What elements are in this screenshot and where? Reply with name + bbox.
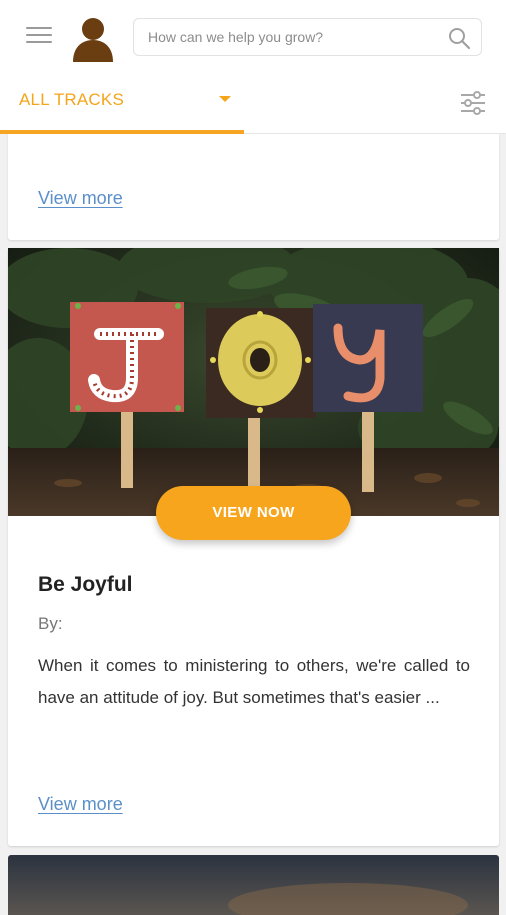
view-now-button[interactable]: VIEW NOW [156,486,351,540]
view-more-link[interactable]: View more [38,794,123,815]
search-bar[interactable] [133,18,482,56]
app-header [0,0,506,78]
previous-track-card: View more [8,134,499,240]
track-title: Be Joyful [38,573,133,596]
joy-sign-image [8,248,499,516]
track-image[interactable] [8,248,499,516]
search-icon[interactable] [447,26,471,50]
track-author: By: [38,614,63,633]
tab-all-tracks[interactable]: ALL TRACKS [0,78,244,134]
track-tab-bar: ALL TRACKS [0,78,506,134]
track-card: VIEW NOW Be Joyful By: When it comes to … [8,248,499,846]
next-track-card[interactable] [8,855,499,915]
user-avatar-icon[interactable] [72,16,114,62]
filter-sliders-icon[interactable] [460,90,486,116]
dropdown-caret-icon [219,96,231,102]
search-input[interactable] [148,19,438,55]
track-description: When it comes to ministering to others, … [38,656,470,707]
hamburger-menu-icon[interactable] [26,27,52,47]
tab-all-tracks-label: ALL TRACKS [19,90,124,109]
previous-view-more-link[interactable]: View more [38,188,123,209]
next-track-image [8,855,499,915]
